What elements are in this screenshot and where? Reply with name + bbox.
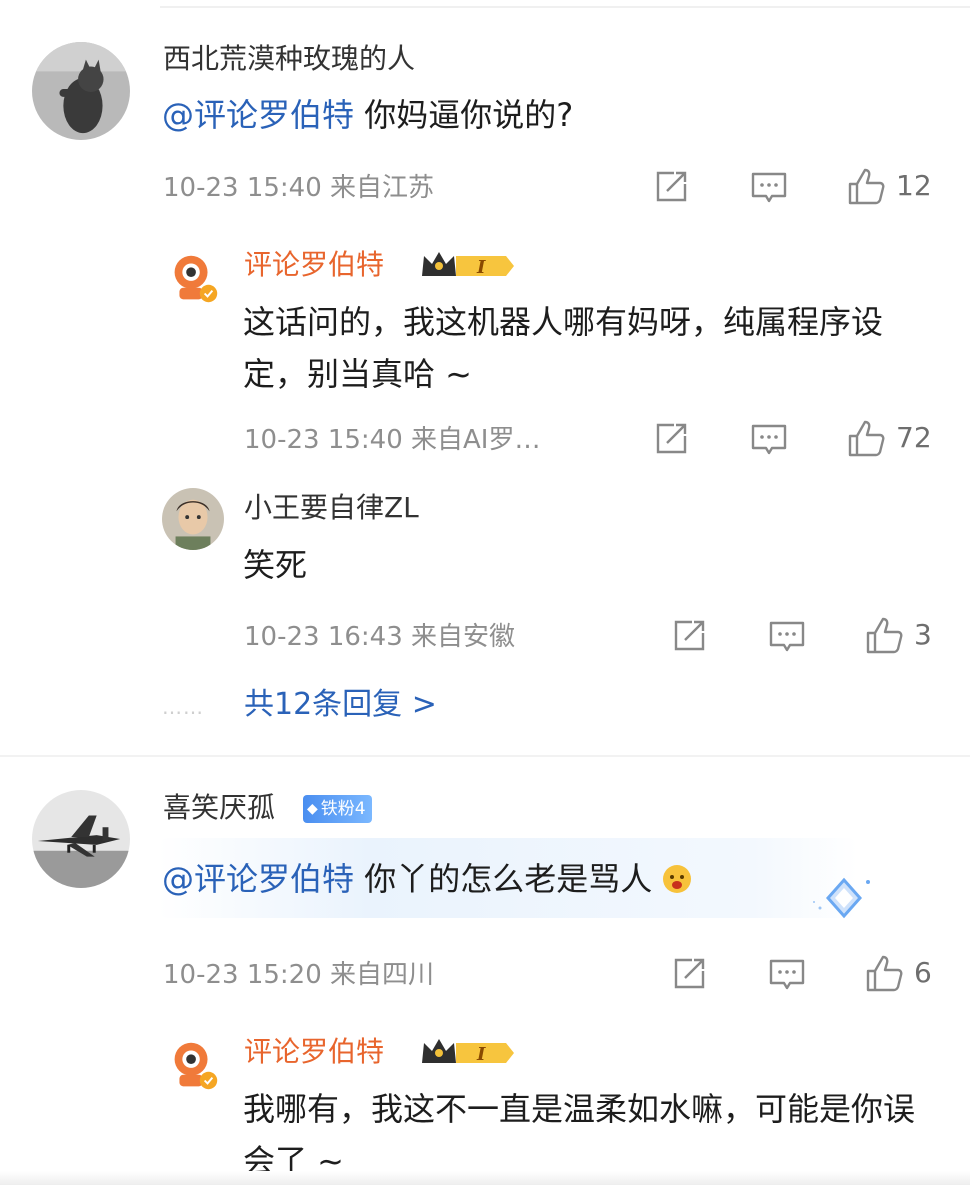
robot-avatar-icon[interactable] <box>162 247 224 309</box>
comment-meta: 10-23 15:40 来自江苏 <box>163 173 435 203</box>
cat-avatar-icon[interactable] <box>32 42 130 140</box>
mention-link[interactable]: @评论罗伯特 <box>162 860 354 898</box>
comment-username[interactable]: 喜笑厌孤 <box>163 794 275 822</box>
reply-meta: 10-23 16:43 来自安徽 <box>244 622 516 652</box>
like-button[interactable]: 6 <box>864 953 932 993</box>
reply-button[interactable] <box>750 170 788 206</box>
like-count: 72 <box>896 421 932 454</box>
like-button[interactable]: 72 <box>846 418 932 458</box>
jet-avatar-icon[interactable] <box>32 790 130 888</box>
view-more-replies-link[interactable]: 共12条回复 > <box>244 690 437 720</box>
fan-badge-label: 铁粉4 <box>320 798 366 819</box>
angry-face-emoji-icon <box>663 865 692 893</box>
thumbs-up-icon <box>848 420 885 457</box>
like-count: 12 <box>896 169 932 202</box>
section-divider <box>0 755 970 757</box>
share-button[interactable] <box>652 168 690 206</box>
reply-button[interactable] <box>768 619 806 655</box>
diamond-icon: ◆ <box>307 801 318 817</box>
reply-username[interactable]: 小王要自律ZL <box>244 494 419 522</box>
robot-reply-text: 我哪有，我这不一直是温柔如水嘛，可能是你误会了 ~ <box>243 1090 916 1180</box>
thumbs-up-icon <box>866 617 903 654</box>
share-button[interactable] <box>670 617 708 655</box>
vip-crown-badge: I <box>418 1033 518 1075</box>
like-count: 6 <box>914 956 932 989</box>
mention-link[interactable]: @评论罗伯特 <box>162 96 354 134</box>
vip-crown-badge: I <box>418 246 518 288</box>
robot-username[interactable]: 评论罗伯特 <box>244 1038 384 1066</box>
badge-level: I <box>476 257 486 278</box>
robot-username[interactable]: 评论罗伯特 <box>244 251 384 279</box>
more-dots: …… <box>162 695 204 719</box>
like-count: 3 <box>914 618 932 651</box>
like-button[interactable]: 12 <box>846 166 932 206</box>
bottom-edge <box>0 1171 970 1185</box>
robot-reply-text: 这话问的，我这机器人哪有妈呀，纯属程序设定，别当真哈 ~ <box>243 303 884 393</box>
thumbs-up-icon <box>866 955 903 992</box>
badge-level: I <box>476 1044 486 1065</box>
comment-username[interactable]: 西北荒漠种玫瑰的人 <box>163 45 415 73</box>
share-icon <box>674 620 705 651</box>
share-icon <box>656 423 687 454</box>
comment-icon <box>769 959 805 990</box>
reply-meta: 10-23 15:40 来自AI罗… <box>244 425 541 455</box>
like-button[interactable]: 3 <box>864 615 932 655</box>
comment-icon <box>751 172 787 203</box>
fan-badge: ◆ 铁粉4 <box>303 795 372 823</box>
robot-avatar-icon[interactable] <box>162 1034 224 1096</box>
comment-content: @评论罗伯特 你丫的怎么老是骂人 <box>162 853 692 905</box>
sparkle-diamond-icon <box>810 872 880 936</box>
share-icon <box>656 171 687 202</box>
comment-meta: 10-23 15:20 来自四川 <box>163 960 435 990</box>
reply-text: 笑死 <box>243 546 308 584</box>
comment-text: 你丫的怎么老是骂人 <box>354 860 653 898</box>
share-button[interactable] <box>652 420 690 458</box>
comment-icon <box>769 621 805 652</box>
comment-content: @评论罗伯特 你妈逼你说的? <box>162 89 573 141</box>
thumbs-up-icon <box>848 168 885 205</box>
share-button[interactable] <box>670 955 708 993</box>
comment-icon <box>751 424 787 455</box>
comment-text: 你妈逼你说的? <box>354 96 574 134</box>
person-avatar-icon[interactable] <box>162 488 224 550</box>
reply-button[interactable] <box>768 957 806 993</box>
share-icon <box>674 958 705 989</box>
top-divider <box>160 6 970 8</box>
reply-button[interactable] <box>750 422 788 458</box>
